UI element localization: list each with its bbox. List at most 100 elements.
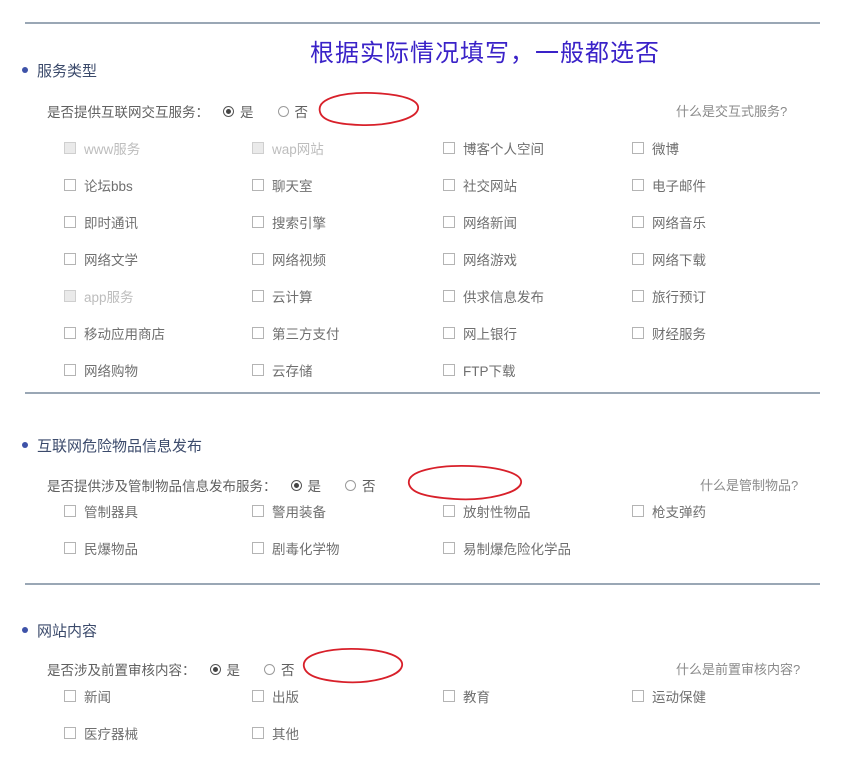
checkbox-icon — [443, 505, 455, 517]
checkbox-item[interactable]: 网络文学 — [64, 249, 138, 269]
checkbox-icon — [252, 179, 264, 191]
checkbox-label: 论坛bbs — [84, 179, 133, 194]
checkbox-item[interactable]: 民爆物品 — [64, 538, 138, 558]
section-divider — [25, 22, 820, 24]
checkbox-icon — [252, 253, 264, 265]
checkbox-label: 网络文学 — [84, 253, 138, 268]
checkbox-item[interactable]: 新闻 — [64, 686, 111, 706]
checkbox-icon — [252, 364, 264, 376]
checkbox-icon — [64, 505, 76, 517]
checkbox-label: 网络游戏 — [463, 253, 517, 268]
checkbox-label: 网络下载 — [652, 253, 706, 268]
annotation-note: 根据实际情况填写，一般都选否 — [310, 39, 660, 67]
checkbox-item[interactable]: 论坛bbs — [64, 175, 133, 195]
checkbox-item[interactable]: 即时通讯 — [64, 212, 138, 232]
checkbox-label: 医疗器械 — [84, 727, 138, 742]
checkbox-item[interactable]: 剧毒化学物 — [252, 538, 340, 558]
checkbox-item[interactable]: 聊天室 — [252, 175, 313, 195]
radio-no-controlled-items[interactable]: 否 — [345, 475, 376, 495]
checkbox-label: 民爆物品 — [84, 542, 138, 557]
checkbox-item[interactable]: 电子邮件 — [632, 175, 706, 195]
question-row-pre-approval-content: 是否涉及前置审核内容： 是 否 — [47, 659, 305, 679]
checkbox-item[interactable]: 放射性物品 — [443, 501, 531, 521]
checkbox-item[interactable]: 博客个人空间 — [443, 138, 544, 158]
checkbox-item[interactable]: 枪支弹药 — [632, 501, 706, 521]
help-link-interactive-service[interactable]: 什么是交互式服务? — [676, 101, 787, 120]
checkbox-label: 旅行预订 — [652, 290, 706, 305]
checkbox-item[interactable]: 财经服务 — [632, 323, 706, 343]
checkbox-label: 微博 — [652, 142, 679, 157]
checkbox-item[interactable]: 医疗器械 — [64, 723, 138, 743]
checkbox-label: 供求信息发布 — [463, 290, 544, 305]
help-link-pre-approval-content[interactable]: 什么是前置审核内容? — [676, 659, 800, 678]
question-row-controlled-items: 是否提供涉及管制物品信息发布服务： 是 否 — [47, 475, 386, 495]
checkbox-label: 网上银行 — [463, 327, 517, 342]
checkbox-label: 警用装备 — [272, 505, 326, 520]
checkbox-item[interactable]: 管制器具 — [64, 501, 138, 521]
checkbox-item[interactable]: 教育 — [443, 686, 490, 706]
checkbox-item[interactable]: 搜索引擎 — [252, 212, 326, 232]
checkbox-label: app服务 — [84, 290, 134, 305]
radio-no-pre-approval-content[interactable]: 否 — [264, 659, 295, 679]
section-divider — [25, 583, 820, 585]
checkbox-icon — [252, 216, 264, 228]
checkbox-item[interactable]: 网络游戏 — [443, 249, 517, 269]
checkbox-item[interactable]: 网络音乐 — [632, 212, 706, 232]
checkbox-icon — [443, 253, 455, 265]
checkbox-icon — [632, 290, 644, 302]
checkbox-icon — [443, 542, 455, 554]
checkbox-item[interactable]: 微博 — [632, 138, 679, 158]
checkbox-label: 易制爆危险化学品 — [463, 542, 571, 557]
checkbox-label: 其他 — [272, 727, 299, 742]
checkbox-item[interactable]: 网络新闻 — [443, 212, 517, 232]
checkbox-item[interactable]: 警用装备 — [252, 501, 326, 521]
bullet-icon — [22, 626, 28, 633]
checkbox-item[interactable]: 云存储 — [252, 360, 313, 380]
question-label: 是否提供涉及管制物品信息发布服务： — [47, 479, 277, 494]
checkbox-icon — [443, 142, 455, 154]
checkbox-item[interactable]: 网络视频 — [252, 249, 326, 269]
checkbox-item[interactable]: 社交网站 — [443, 175, 517, 195]
checkbox-item[interactable]: 其他 — [252, 723, 299, 743]
checkbox-item[interactable]: 供求信息发布 — [443, 286, 544, 306]
checkbox-icon — [252, 505, 264, 517]
checkbox-label: 即时通讯 — [84, 216, 138, 231]
checkbox-label: 博客个人空间 — [463, 142, 544, 157]
checkbox-label: 管制器具 — [84, 505, 138, 520]
checkbox-item[interactable]: 出版 — [252, 686, 299, 706]
checkbox-item[interactable]: 易制爆危险化学品 — [443, 538, 571, 558]
red-ellipse-annotation-1 — [318, 92, 419, 126]
bullet-icon — [22, 66, 28, 73]
checkbox-label: 教育 — [463, 690, 490, 705]
checkbox-item[interactable]: FTP下载 — [443, 360, 516, 380]
question-label: 是否提供互联网交互服务： — [47, 105, 209, 120]
checkbox-icon — [252, 690, 264, 702]
radio-yes-interactive-service[interactable]: 是 — [223, 101, 254, 121]
checkbox-item[interactable]: 网络下载 — [632, 249, 706, 269]
checkbox-item: wap网站 — [252, 138, 324, 158]
checkbox-label: 新闻 — [84, 690, 111, 705]
checkbox-icon — [64, 216, 76, 228]
radio-yes-controlled-items[interactable]: 是 — [290, 475, 321, 495]
checkbox-icon — [443, 690, 455, 702]
checkbox-label: 聊天室 — [272, 179, 313, 194]
checkbox-item[interactable]: 第三方支付 — [252, 323, 340, 343]
checkbox-item[interactable]: 移动应用商店 — [64, 323, 165, 343]
checkbox-label: 网络购物 — [84, 364, 138, 379]
checkbox-item[interactable]: 网上银行 — [443, 323, 517, 343]
checkbox-label: 移动应用商店 — [84, 327, 165, 342]
checkbox-label: 第三方支付 — [272, 327, 340, 342]
radio-button-icon — [277, 105, 289, 117]
help-link-controlled-items[interactable]: 什么是管制物品? — [700, 475, 798, 494]
radio-yes-pre-approval-content[interactable]: 是 — [209, 659, 240, 679]
checkbox-icon — [64, 290, 76, 302]
checkbox-label: 网络视频 — [272, 253, 326, 268]
checkbox-item[interactable]: 运动保健 — [632, 686, 706, 706]
checkbox-item[interactable]: 旅行预订 — [632, 286, 706, 306]
checkbox-label: 出版 — [272, 690, 299, 705]
checkbox-icon — [64, 179, 76, 191]
checkbox-icon — [632, 179, 644, 191]
radio-no-interactive-service[interactable]: 否 — [277, 101, 308, 121]
checkbox-item[interactable]: 网络购物 — [64, 360, 138, 380]
checkbox-item[interactable]: 云计算 — [252, 286, 313, 306]
